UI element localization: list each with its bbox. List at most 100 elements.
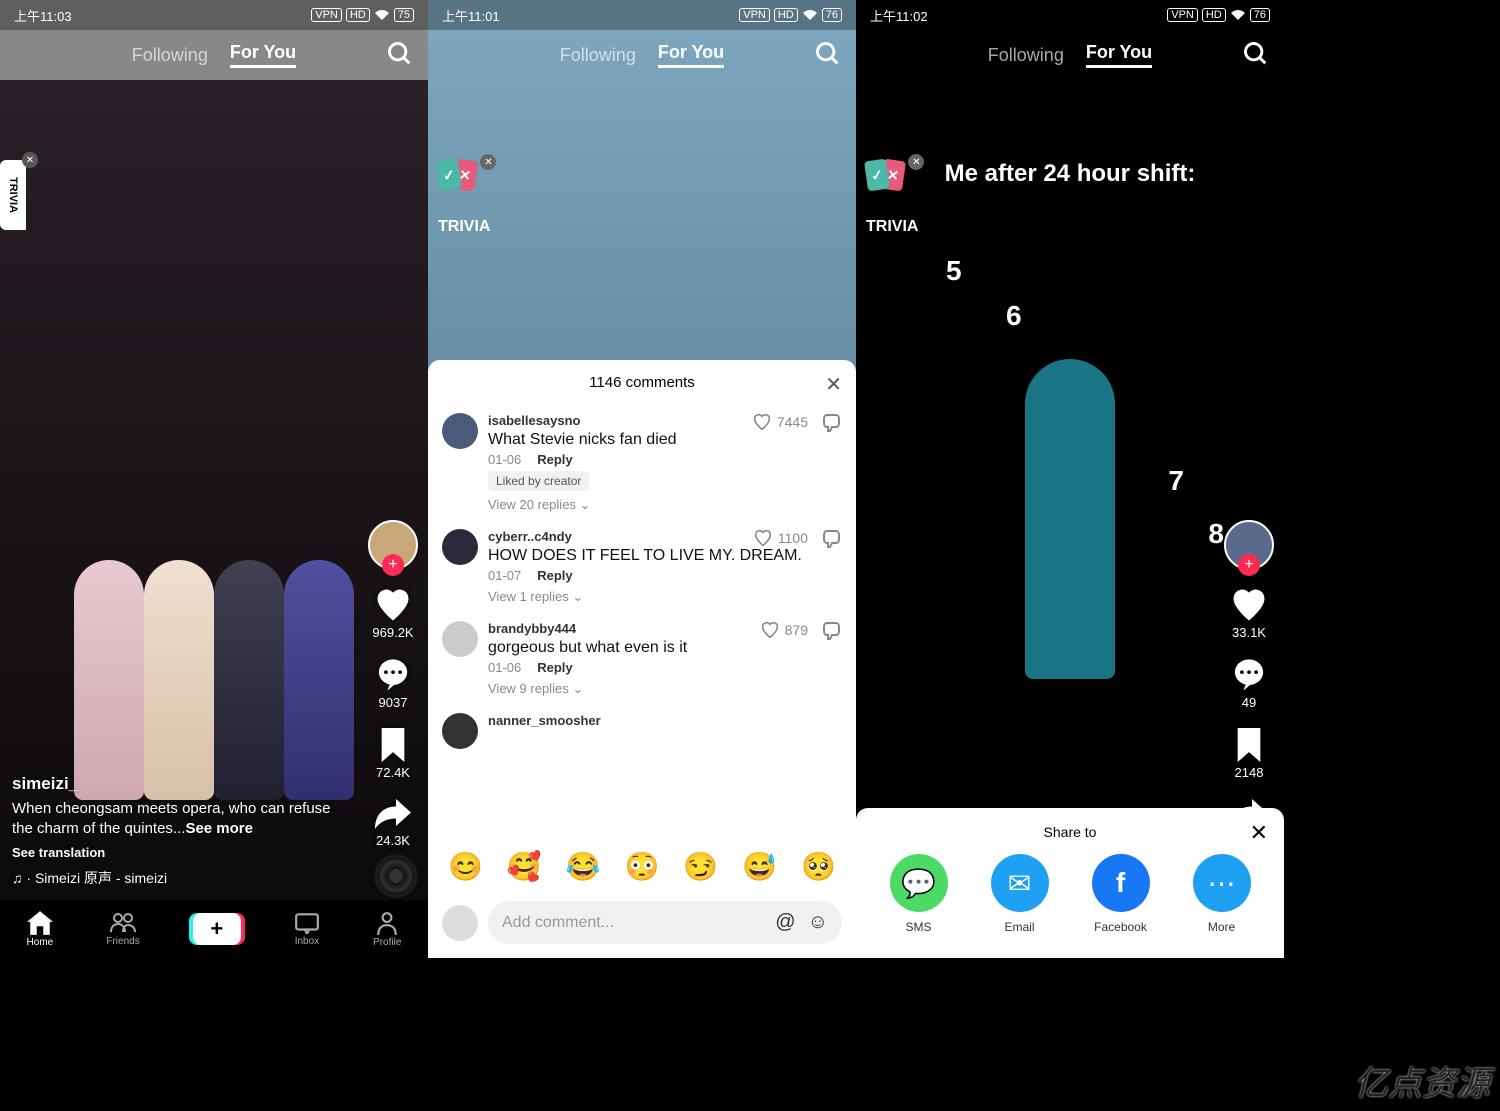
see-translation-button[interactable]: See translation xyxy=(12,845,348,860)
share-header: Share to ✕ xyxy=(856,820,1284,854)
see-more-button[interactable]: See more xyxy=(185,820,253,837)
comment-like-button[interactable]: 7445 xyxy=(752,413,808,431)
action-bar: + 33.1K 49 2148 290 xyxy=(1224,520,1274,848)
share-more[interactable]: ⋯More xyxy=(1193,854,1251,934)
emoji-button[interactable]: 😊 xyxy=(448,850,483,883)
like-button[interactable]: 33.1K xyxy=(1230,588,1268,640)
share-title: Share to xyxy=(1044,824,1097,840)
view-replies-button[interactable]: View 20 replies ⌄ xyxy=(488,497,842,513)
comment-dislike-button[interactable] xyxy=(822,621,842,641)
emoji-button[interactable]: 🥺 xyxy=(801,850,836,883)
status-time: 上午11:02 xyxy=(870,6,928,25)
comment-input-row: Add comment... @☺ xyxy=(428,893,856,958)
tab-following[interactable]: Following xyxy=(132,45,208,66)
overlay-number: 5 xyxy=(946,255,962,287)
trivia-badge[interactable]: ✓ ✕ ✕ TRIVIA xyxy=(438,160,490,236)
tab-for-you[interactable]: For You xyxy=(1086,42,1152,68)
reply-button[interactable]: Reply xyxy=(537,660,572,675)
music-info[interactable]: ♫ · Simeizi 原声 - simeizi xyxy=(12,868,348,888)
comment-button[interactable]: 9037 xyxy=(375,658,411,710)
trivia-close-button[interactable]: ✕ xyxy=(22,152,38,168)
hd-badge: HD xyxy=(346,8,370,22)
share-count: 24.3K xyxy=(376,833,410,848)
search-icon xyxy=(386,40,414,68)
commenter-avatar[interactable] xyxy=(442,413,478,449)
reply-button[interactable]: Reply xyxy=(537,452,572,467)
trivia-badge[interactable]: ✓ ✕ ✕ TRIVIA xyxy=(866,160,918,236)
creator-avatar[interactable]: + xyxy=(1224,520,1274,570)
share-email[interactable]: ✉Email xyxy=(991,854,1049,934)
view-replies-button[interactable]: View 9 replies ⌄ xyxy=(488,681,842,697)
comments-list[interactable]: isabellesaysno What Stevie nicks fan die… xyxy=(428,405,856,840)
top-nav: Following For You xyxy=(428,30,856,80)
bottom-nav: Home Friends + Inbox Profile xyxy=(0,900,428,958)
mention-icon[interactable]: @ xyxy=(775,911,795,934)
like-button[interactable]: 969.2K xyxy=(372,588,413,640)
comment-text: HOW DOES IT FEEL TO LIVE MY. DREAM. xyxy=(488,547,842,565)
tab-following[interactable]: Following xyxy=(560,45,636,66)
sound-disc[interactable] xyxy=(374,854,418,898)
thumbs-down-icon xyxy=(822,621,842,641)
search-button[interactable] xyxy=(1242,40,1270,68)
comment-item: brandybby444 gorgeous but what even is i… xyxy=(428,613,856,705)
username-label[interactable]: simeizi_ xyxy=(12,774,348,794)
share-close-button[interactable]: ✕ xyxy=(1250,820,1268,846)
commenter-avatar[interactable] xyxy=(442,713,478,749)
comment-like-button[interactable]: 879 xyxy=(760,621,808,639)
share-sms[interactable]: 💬SMS xyxy=(890,854,948,934)
trivia-sidebar[interactable]: TRIVIA xyxy=(0,160,26,230)
comment-icon xyxy=(375,658,411,692)
tab-following[interactable]: Following xyxy=(988,45,1064,66)
follow-plus-icon[interactable]: + xyxy=(1238,554,1260,576)
follow-plus-icon[interactable]: + xyxy=(382,554,404,576)
tab-for-you[interactable]: For You xyxy=(658,42,724,68)
search-button[interactable] xyxy=(386,40,414,68)
emoji-button[interactable]: 🥰 xyxy=(507,850,542,883)
overlay-number: 7 xyxy=(1168,465,1184,497)
thumbs-down-icon xyxy=(822,413,842,433)
share-button[interactable]: 24.3K xyxy=(375,798,411,848)
comments-close-button[interactable]: ✕ xyxy=(825,372,842,397)
comment-dislike-button[interactable] xyxy=(822,413,842,433)
comment-dislike-button[interactable] xyxy=(822,529,842,549)
search-button[interactable] xyxy=(814,40,842,68)
emoji-picker-icon[interactable]: ☺ xyxy=(808,911,828,934)
chevron-down-icon: ⌄ xyxy=(580,497,591,512)
chevron-down-icon: ⌄ xyxy=(572,589,583,604)
trivia-label: TRIVIA xyxy=(438,218,490,236)
status-bar: 上午11:02 VPN HD 76 xyxy=(856,0,1284,30)
commenter-username[interactable]: nanner_smoosher xyxy=(488,713,842,728)
nav-home[interactable]: Home xyxy=(27,911,54,948)
creator-avatar[interactable]: + xyxy=(368,520,418,570)
emoji-button[interactable]: 😏 xyxy=(683,850,718,883)
caption-text[interactable]: When cheongsam meets opera, who can refu… xyxy=(12,799,348,840)
nav-friends[interactable]: Friends xyxy=(106,912,139,947)
emoji-button[interactable]: 😳 xyxy=(625,850,660,883)
emoji-button[interactable]: 😂 xyxy=(566,850,601,883)
self-avatar[interactable] xyxy=(442,905,478,941)
bookmark-button[interactable]: 2148 xyxy=(1234,728,1264,780)
tab-for-you[interactable]: For You xyxy=(230,42,296,68)
commenter-avatar[interactable] xyxy=(442,621,478,657)
comment-button[interactable]: 49 xyxy=(1231,658,1267,710)
comment-like-button[interactable]: 1100 xyxy=(753,529,808,547)
emoji-button[interactable]: 😅 xyxy=(742,850,777,883)
comment-count: 49 xyxy=(1242,695,1256,710)
nav-inbox[interactable]: Inbox xyxy=(294,912,320,947)
heart-outline-icon xyxy=(752,413,772,431)
bookmark-button[interactable]: 72.4K xyxy=(376,728,410,780)
view-replies-button[interactable]: View 1 replies ⌄ xyxy=(488,589,842,605)
share-targets: 💬SMS ✉Email fFacebook ⋯More xyxy=(856,854,1284,934)
trivia-close-button[interactable]: ✕ xyxy=(480,154,496,170)
reply-button[interactable]: Reply xyxy=(537,568,572,583)
heart-outline-icon xyxy=(753,529,773,547)
commenter-avatar[interactable] xyxy=(442,529,478,565)
share-facebook[interactable]: fFacebook xyxy=(1092,854,1150,934)
sms-icon: 💬 xyxy=(890,854,948,912)
comment-input-field[interactable]: Add comment... @☺ xyxy=(488,901,842,944)
top-nav: Following For You xyxy=(0,30,428,80)
bookmark-count: 2148 xyxy=(1235,765,1264,780)
nav-post-button[interactable]: + xyxy=(193,913,241,945)
nav-profile[interactable]: Profile xyxy=(373,911,401,948)
status-icons: VPN HD 75 xyxy=(311,8,414,22)
